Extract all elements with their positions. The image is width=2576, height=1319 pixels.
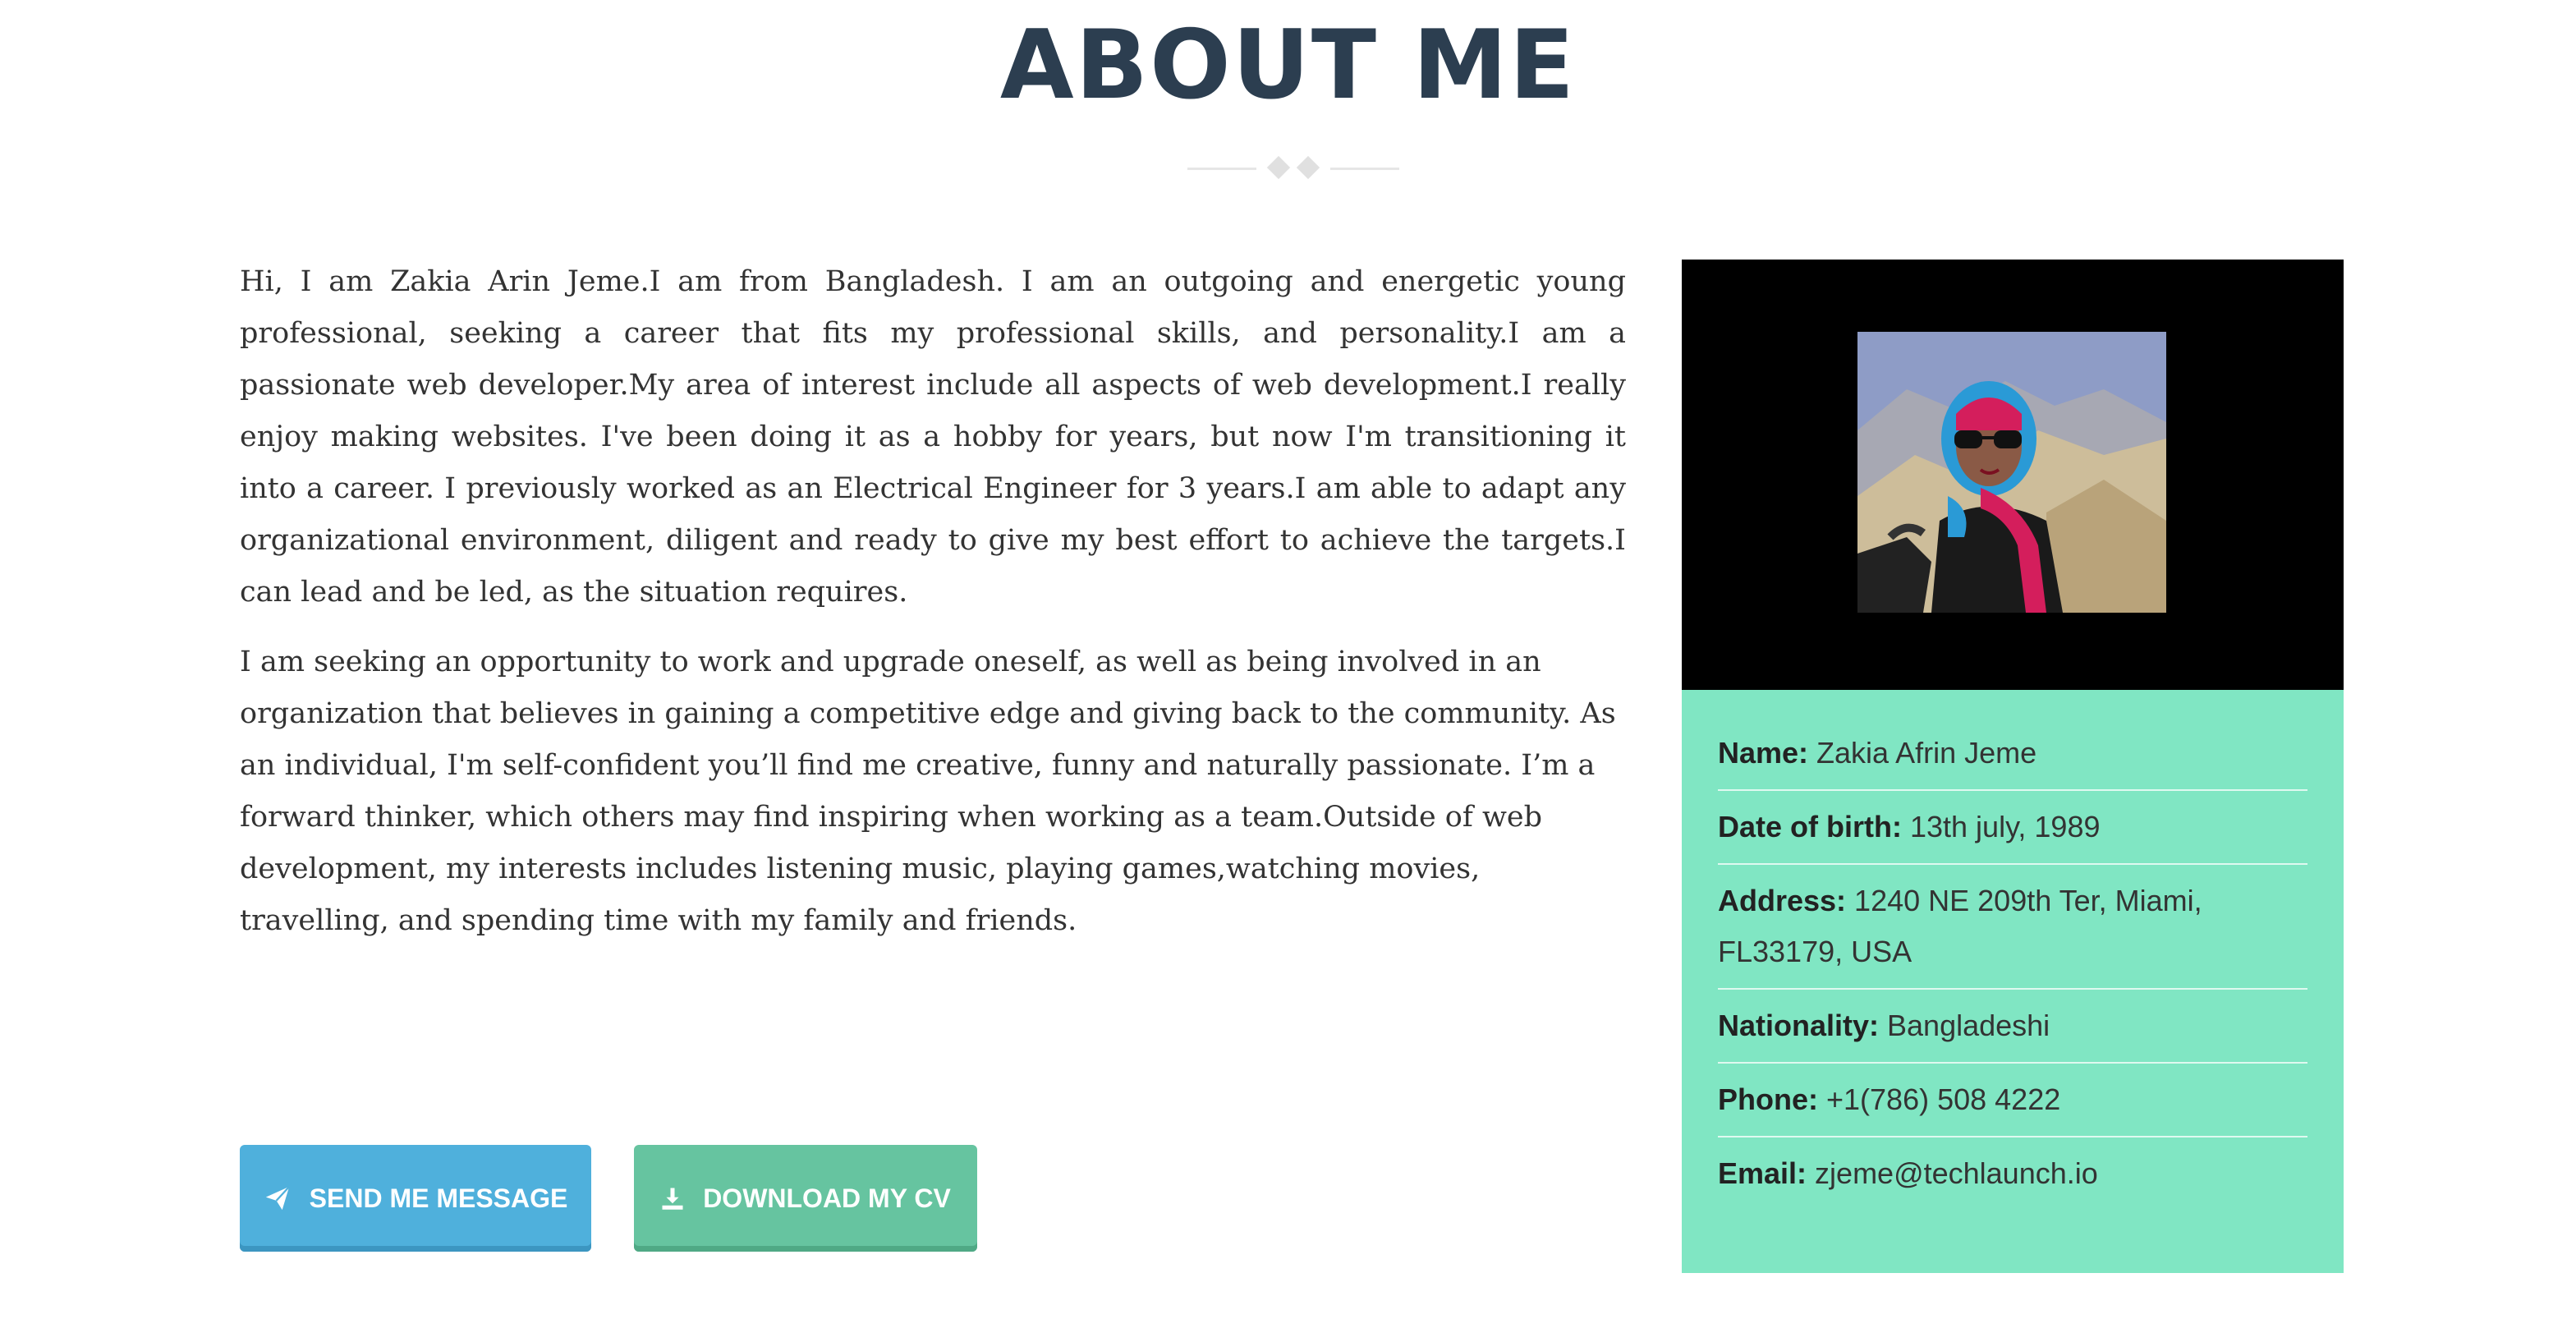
profile-photo: [1857, 332, 2166, 613]
divider-line-left: [1187, 168, 1256, 170]
detail-nationality-label: Nationality:: [1718, 1009, 1888, 1042]
divider-line-right: [1330, 168, 1399, 170]
paper-plane-icon: [264, 1184, 292, 1212]
divider-diamond-left: [1266, 155, 1291, 180]
detail-name-label: Name:: [1718, 736, 1817, 770]
detail-phone-value: +1(786) 508 4222: [1826, 1082, 2061, 1116]
send-message-label: SEND ME MESSAGE: [309, 1183, 568, 1213]
details-list: Name: Zakia Afrin Jeme Date of birth: 13…: [1682, 690, 2344, 1210]
detail-name-value: Zakia Afrin Jeme: [1816, 736, 2037, 770]
download-cv-label: DOWNLOAD MY CV: [703, 1183, 951, 1213]
detail-address-label: Address:: [1718, 884, 1855, 917]
bio-text: Hi, I am Zakia Arin Jeme.I am from Bangl…: [240, 256, 1626, 947]
detail-email-label: Email:: [1718, 1156, 1816, 1190]
detail-dob-value: 13th july, 1989: [1909, 810, 2101, 843]
page-title: ABOUT ME: [999, 10, 1577, 121]
detail-name: Name: Zakia Afrin Jeme: [1718, 728, 2307, 791]
bio-paragraph-1: Hi, I am Zakia Arin Jeme.I am from Bangl…: [240, 265, 1626, 609]
detail-email-value: zjeme@techlaunch.io: [1815, 1156, 2098, 1190]
profile-card: Name: Zakia Afrin Jeme Date of birth: 13…: [1682, 260, 2344, 1273]
send-message-button[interactable]: SEND ME MESSAGE: [240, 1145, 591, 1252]
detail-phone: Phone: +1(786) 508 4222: [1718, 1064, 2307, 1137]
detail-nationality-value: Bangladeshi: [1887, 1009, 2050, 1042]
detail-phone-label: Phone:: [1718, 1082, 1826, 1116]
bio-paragraph-2: I am seeking an opportunity to work and …: [240, 646, 1616, 937]
detail-address: Address: 1240 NE 209th Ter, Miami, FL331…: [1718, 865, 2307, 990]
title-divider: [1182, 154, 1404, 183]
detail-dob: Date of birth: 13th july, 1989: [1718, 791, 2307, 865]
contact-details-panel: Name: Zakia Afrin Jeme Date of birth: 13…: [1682, 690, 2344, 1273]
divider-diamond-right: [1296, 155, 1320, 180]
detail-dob-label: Date of birth:: [1718, 810, 1910, 843]
photo-frame: [1682, 260, 2344, 690]
detail-email: Email: zjeme@techlaunch.io: [1718, 1137, 2307, 1210]
download-icon: [660, 1186, 685, 1211]
download-cv-button[interactable]: DOWNLOAD MY CV: [634, 1145, 977, 1252]
detail-nationality: Nationality: Bangladeshi: [1718, 990, 2307, 1064]
